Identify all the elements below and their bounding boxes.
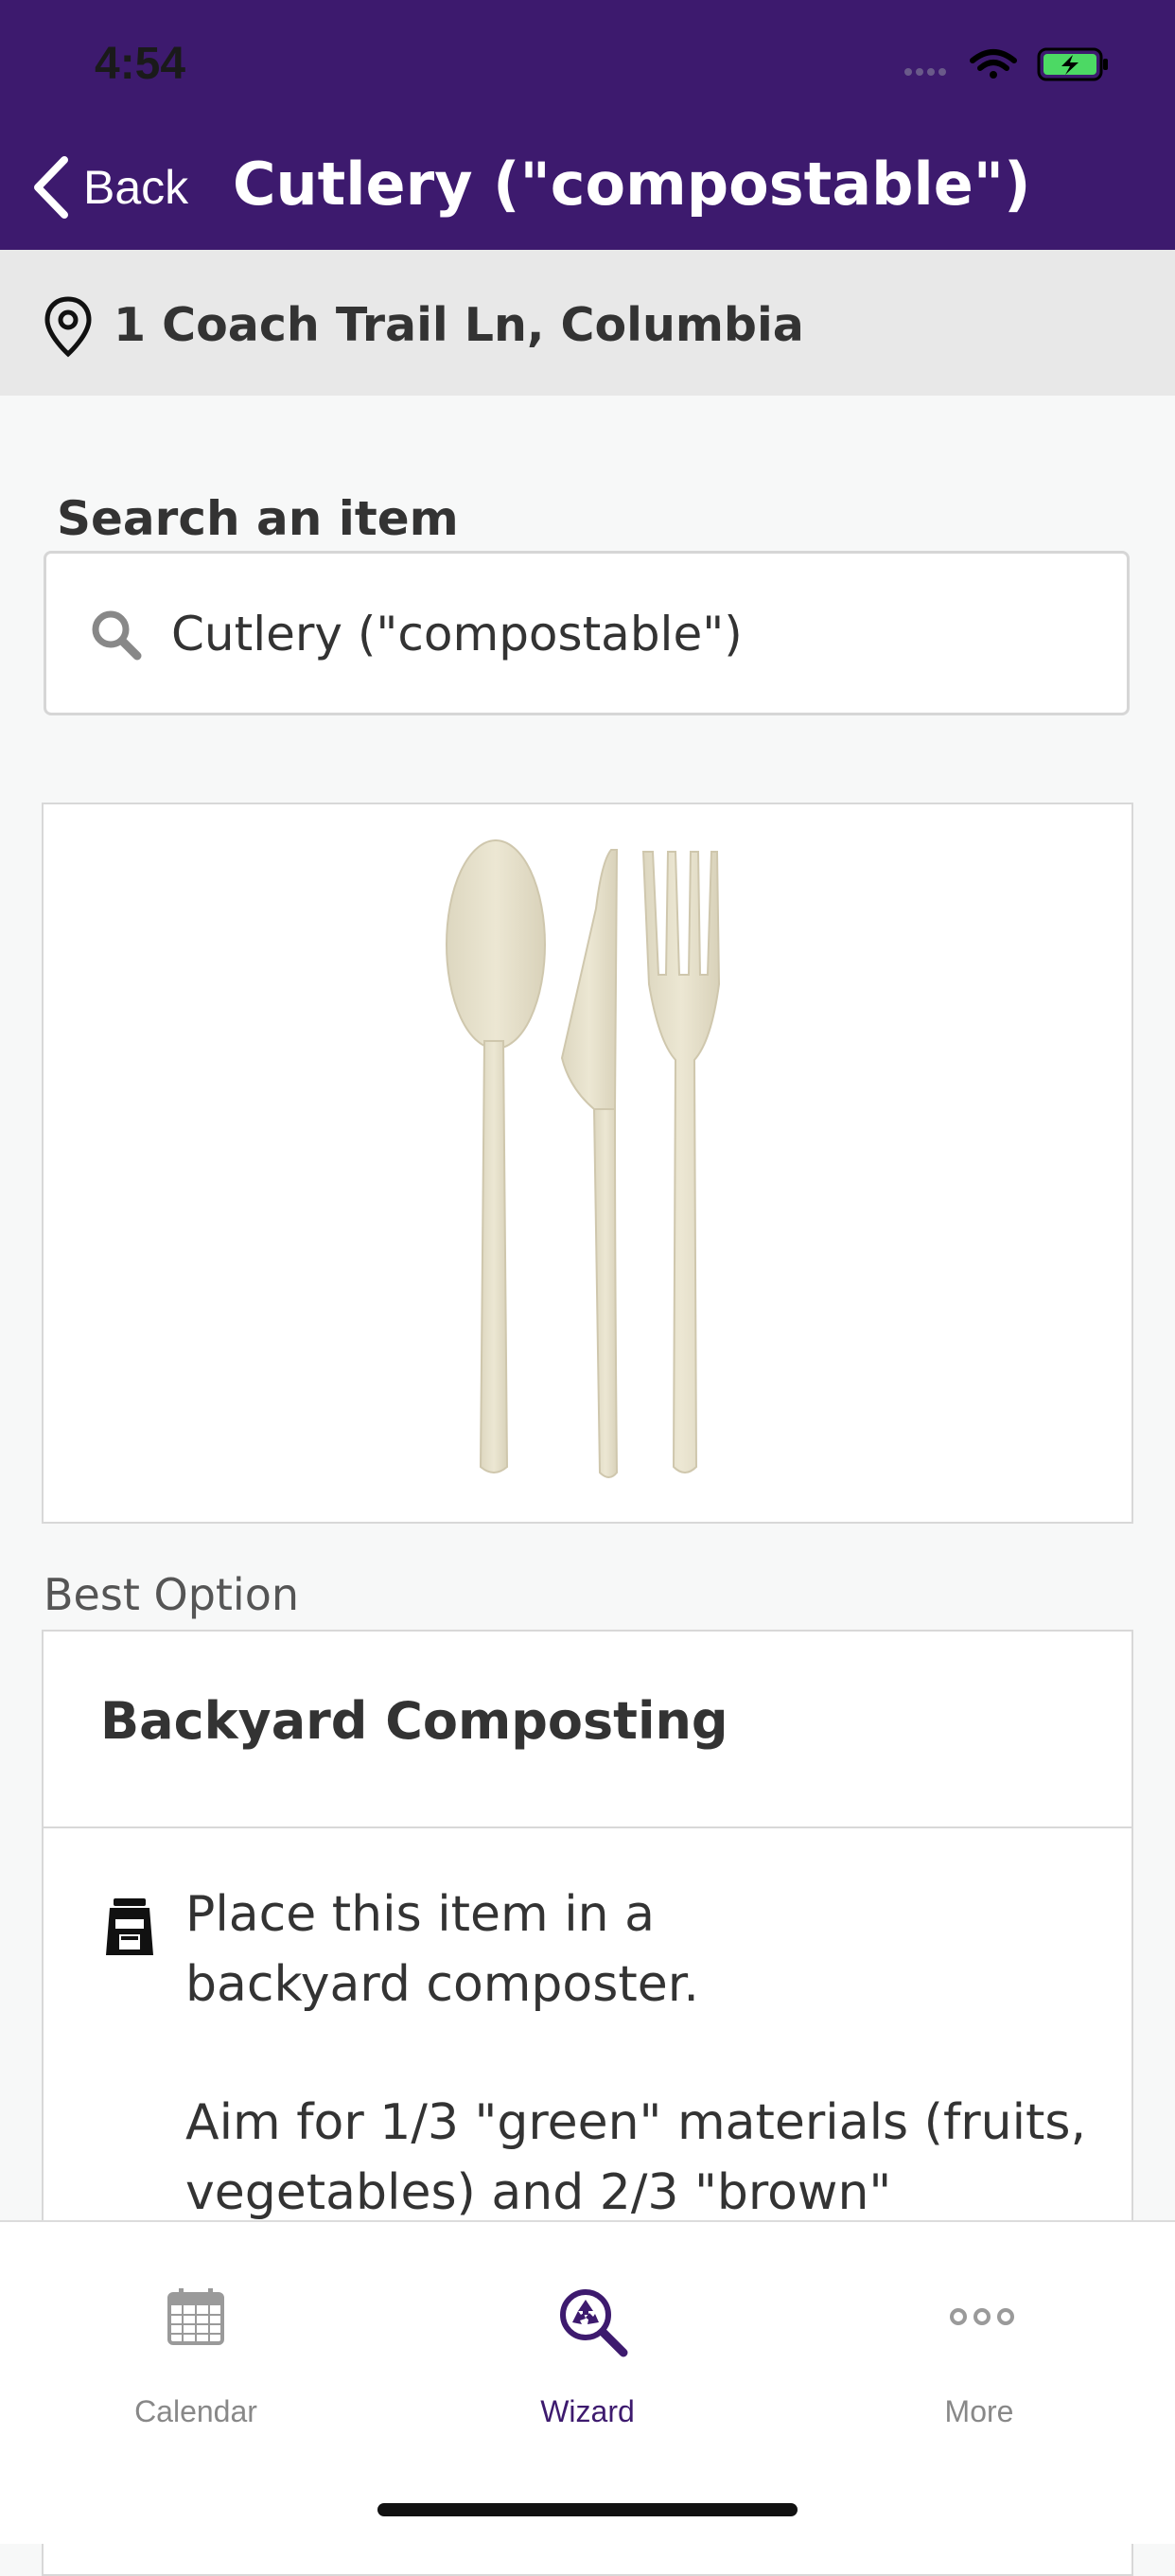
chevron-left-icon (34, 156, 68, 219)
page-title: Cutlery ("compostable") (233, 150, 1031, 219)
knife-shape (560, 849, 619, 1478)
status-time: 4:54 (95, 39, 186, 89)
more-dots-icon (950, 2308, 1014, 2325)
item-image-card (42, 803, 1133, 1524)
wifi-icon (970, 49, 1017, 79)
search-value: Cutlery ("compostable") (171, 607, 743, 662)
tab-more[interactable]: More (783, 2222, 1175, 2440)
best-option-label: Best Option (44, 1569, 300, 1620)
tab-calendar[interactable]: Calendar (0, 2222, 392, 2440)
map-pin-icon (44, 296, 92, 358)
status-icons (899, 45, 1116, 83)
location-address: 1 Coach Trail Ln, Columbia (114, 298, 804, 352)
location-bar[interactable]: 1 Coach Trail Ln, Columbia (0, 250, 1175, 396)
tab-label-wizard: Wizard (540, 2394, 635, 2428)
option-title: Backyard Composting (100, 1691, 728, 1751)
home-indicator[interactable] (377, 2503, 798, 2516)
search-label: Search an item (57, 491, 459, 546)
search-icon (92, 610, 142, 661)
option-detail: Aim for 1/3 "green" materials (fruits, v… (185, 2094, 1087, 2221)
spoon-shape (446, 839, 546, 1473)
option-instruction: Place this item in a backyard composter. (185, 1886, 699, 2013)
compost-bin-icon (106, 1898, 153, 1955)
back-label: Back (83, 161, 189, 214)
tab-bar: Calendar Wizard More (0, 2220, 1175, 2544)
option-instructions: Place this item in a backyard composter.… (185, 1879, 1094, 2228)
tab-label-calendar: Calendar (134, 2394, 257, 2428)
option-divider (44, 1826, 1131, 1828)
calendar-icon (167, 2288, 224, 2345)
signal-icon (904, 68, 946, 76)
recycle-search-icon (560, 2289, 628, 2357)
fork-shape (641, 851, 721, 1473)
tab-label-more: More (944, 2394, 1014, 2428)
cutlery-image (446, 839, 721, 1478)
battery-icon (1037, 47, 1108, 81)
tab-wizard[interactable]: Wizard (392, 2222, 783, 2440)
app-header: 4:54 Back Cutlery ("compostable") (0, 0, 1175, 250)
back-button[interactable]: Back (32, 151, 221, 223)
search-input[interactable]: Cutlery ("compostable") (44, 551, 1130, 715)
